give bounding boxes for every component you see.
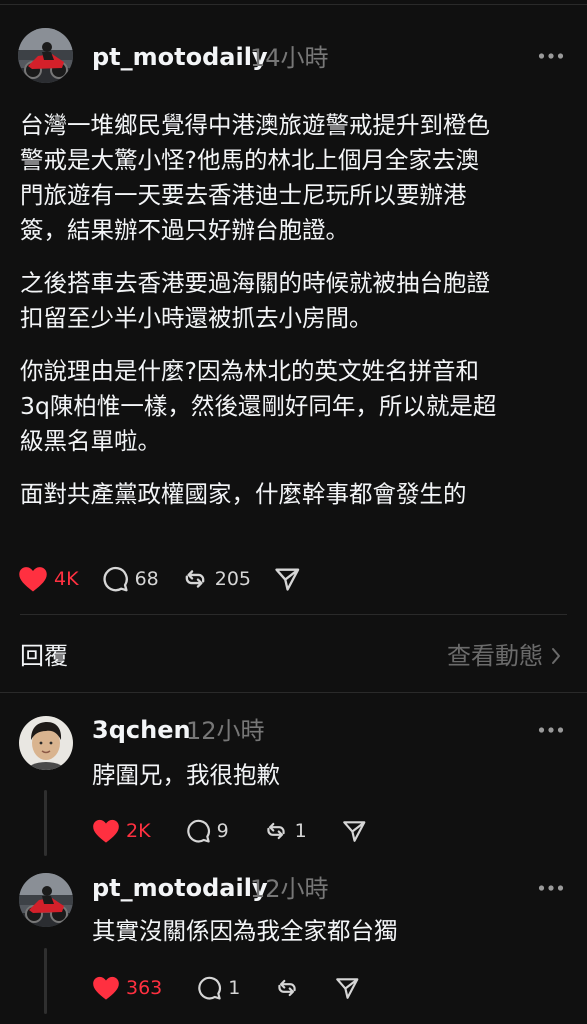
like-button[interactable]: 2K (92, 818, 151, 844)
post-line: 扣留至少半小時還被抓去小房間。 (20, 304, 373, 332)
replies-label: 回覆 (20, 642, 68, 670)
post-body: 台灣一堆鄉民覺得中港澳旅遊警戒提升到橙色 警戒是大驚小怪?他馬的林北上個月全家去… (20, 108, 568, 530)
more-icon[interactable] (538, 726, 564, 734)
view-activity-label: 查看動態 (447, 642, 543, 670)
reply-username[interactable]: 3qchen (92, 718, 191, 742)
repost-button[interactable]: 1 (263, 818, 307, 844)
share-icon (336, 978, 359, 999)
post-paragraph: 你說理由是什麼?因為林北的英文姓名拼音和 3q陳柏惟一樣，然後還剛好同年，所以就… (20, 354, 568, 459)
post-line: 警戒是大驚小怪?他馬的林北上個月全家去澳 (20, 146, 479, 174)
share-button[interactable] (341, 818, 367, 844)
post-paragraph: 面對共產黨政權國家，什麼幹事都會發生的 (20, 477, 568, 512)
avatar[interactable] (18, 28, 73, 83)
share-icon (275, 568, 300, 591)
reply-text: 脖圍兄，我很抱歉 (92, 761, 280, 789)
thread-line (44, 948, 47, 1014)
post-username[interactable]: pt_motodaily (92, 45, 268, 69)
post-actions: 4K 68 205 (18, 564, 323, 594)
like-button[interactable]: 363 (92, 975, 162, 1001)
heart-icon (19, 567, 47, 592)
reply-text: 其實沒關係因為我全家都台獨 (92, 917, 398, 945)
post-line: 級黑名單啦。 (20, 427, 161, 455)
reply-avatar[interactable] (19, 873, 73, 927)
post-line: 台灣一堆鄉民覺得中港澳旅遊警戒提升到橙色 (20, 111, 490, 139)
reply-avatar[interactable] (19, 716, 73, 770)
thread-line (44, 790, 47, 856)
post-line: 門旅遊有一天要去香港迪士尼玩所以要辦港 (20, 181, 467, 209)
reply-timestamp: 12小時 (250, 875, 329, 903)
motorcycle-avatar-image (19, 873, 73, 927)
post-line: 簽，結果辦不過只好辦台胞證。 (20, 216, 349, 244)
repost-icon (266, 822, 285, 840)
share-icon (342, 821, 366, 842)
like-count: 4K (54, 567, 79, 590)
repost-button[interactable] (274, 975, 300, 1001)
heart-icon (93, 976, 119, 1000)
repost-icon (278, 979, 297, 997)
heart-icon (93, 819, 119, 843)
reply-username[interactable]: pt_motodaily (92, 876, 268, 900)
person-avatar-image (19, 716, 73, 770)
post-line: 3q陳柏惟一樣，然後還剛好同年，所以就是超 (20, 392, 497, 420)
share-button[interactable] (334, 975, 360, 1001)
top-divider (0, 4, 587, 5)
like-button[interactable]: 4K (18, 565, 79, 593)
repost-count: 205 (214, 567, 252, 590)
comment-icon (103, 566, 128, 592)
post-line: 之後搭車去香港要過海關的時候就被抽台胞證 (20, 269, 490, 297)
comment-button[interactable]: 68 (101, 565, 159, 593)
more-icon[interactable] (538, 52, 564, 60)
more-icon[interactable] (538, 884, 564, 892)
comment-button[interactable]: 9 (185, 818, 229, 844)
like-count: 363 (126, 976, 163, 999)
divider (20, 614, 567, 615)
comment-icon (198, 976, 222, 1000)
post-line: 你說理由是什麼?因為林北的英文姓名拼音和 (20, 357, 479, 385)
like-count: 2K (126, 819, 151, 842)
view-activity-link[interactable]: 查看動態 (447, 642, 561, 670)
comment-icon (186, 819, 210, 843)
comment-count: 68 (134, 567, 159, 590)
repost-button[interactable]: 205 (181, 565, 251, 593)
comment-count: 1 (228, 976, 241, 999)
post-timestamp: 14小時 (250, 44, 329, 72)
repost-count: 1 (294, 819, 307, 842)
reply-timestamp: 12小時 (186, 717, 265, 745)
chevron-right-icon (552, 648, 560, 664)
post-paragraph: 台灣一堆鄉民覺得中港澳旅遊警戒提升到橙色 警戒是大驚小怪?他馬的林北上個月全家去… (20, 108, 568, 248)
comment-count: 9 (216, 819, 229, 842)
motorcycle-avatar-image (18, 28, 73, 83)
post-paragraph: 之後搭車去香港要過海關的時候就被抽台胞證 扣留至少半小時還被抓去小房間。 (20, 266, 568, 336)
reply-actions: 2K 9 1 (92, 816, 389, 846)
share-button[interactable] (273, 565, 301, 593)
post-line: 面對共產黨政權國家，什麼幹事都會發生的 (20, 480, 467, 508)
repost-icon (185, 570, 205, 588)
divider (0, 692, 587, 693)
reply-actions: 363 1 (92, 973, 382, 1003)
comment-button[interactable]: 1 (196, 975, 240, 1001)
